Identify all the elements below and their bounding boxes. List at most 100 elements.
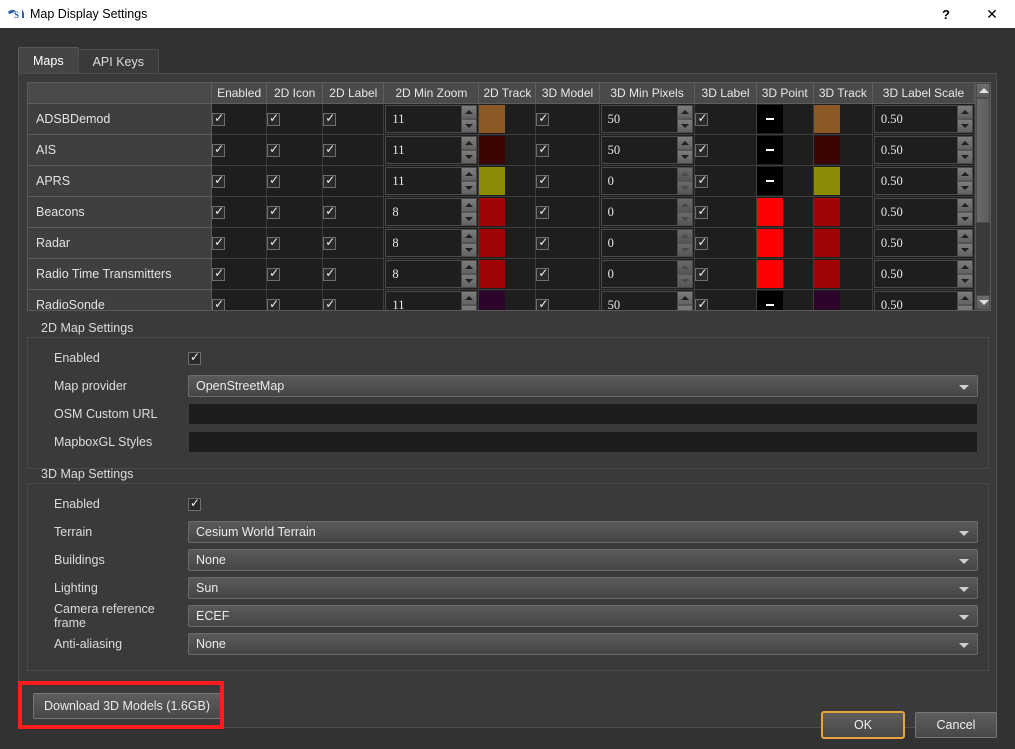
3d-min-pixels-increment[interactable] — [678, 230, 693, 243]
3d-point-color-cell[interactable] — [756, 134, 814, 166]
map3d-anti-aliasing-combobox[interactable]: None — [188, 633, 978, 655]
row-name[interactable]: ADSBDemod — [28, 103, 213, 135]
2d-icon-checkbox[interactable] — [267, 111, 281, 127]
3d-min-pixels-spin-buttons[interactable] — [677, 168, 693, 194]
enabled-cell[interactable] — [211, 165, 268, 197]
3d-min-pixels-decrement[interactable] — [678, 150, 693, 163]
3d-model-cell[interactable] — [535, 258, 600, 290]
table-row[interactable]: AIS 11 50 0.50 — [28, 134, 975, 166]
3d-point-color-swatch[interactable] — [756, 260, 783, 288]
map3d-buildings-combobox[interactable]: None — [188, 549, 978, 571]
2d-icon-cell[interactable] — [266, 103, 324, 135]
2d-min-zoom-spinbox[interactable]: 11 — [385, 105, 478, 133]
2d-min-zoom-spin-buttons[interactable] — [461, 230, 477, 256]
row-name[interactable]: RadioSonde — [28, 289, 213, 310]
3d-label-scale-spin-buttons[interactable] — [957, 292, 972, 310]
3d-track-color-swatch[interactable] — [813, 105, 840, 133]
enabled-cell[interactable] — [211, 103, 268, 135]
2d-icon-cell[interactable] — [266, 258, 324, 290]
tab-api-keys[interactable]: API Keys — [77, 49, 159, 74]
3d-label-cell[interactable] — [694, 289, 757, 310]
enabled-checkbox[interactable] — [212, 173, 226, 189]
2d-min-zoom-cell[interactable]: 11 — [383, 165, 480, 197]
3d-point-color-cell[interactable] — [756, 289, 814, 310]
2d-track-color-cell[interactable] — [478, 103, 537, 135]
3d-min-pixels-spinbox[interactable]: 0 — [600, 260, 694, 288]
3d-track-color-swatch[interactable] — [813, 291, 840, 310]
col-3d-min-pixels[interactable]: 3D Min Pixels — [599, 83, 696, 104]
3d-label-scale-decrement[interactable] — [958, 305, 972, 310]
2d-label-checkbox[interactable] — [323, 235, 337, 251]
3d-label-scale-increment[interactable] — [958, 230, 972, 243]
map2d-mapboxgl-styles-input[interactable] — [188, 431, 978, 453]
2d-min-zoom-spin-buttons[interactable] — [461, 199, 477, 225]
3d-label-checkbox[interactable] — [695, 266, 709, 282]
2d-icon-checkbox[interactable] — [267, 173, 281, 189]
3d-track-color-swatch[interactable] — [813, 260, 840, 288]
2d-min-zoom-decrement[interactable] — [462, 274, 477, 287]
3d-label-scale-decrement[interactable] — [958, 150, 972, 163]
3d-label-scale-spinbox[interactable]: 0.50 — [873, 229, 973, 257]
row-name[interactable]: Radio Time Transmitters — [28, 258, 213, 290]
3d-point-color-cell[interactable] — [756, 227, 814, 259]
2d-track-color-swatch[interactable] — [479, 167, 506, 195]
2d-label-checkbox[interactable] — [323, 142, 337, 158]
2d-track-color-cell[interactable] — [478, 258, 537, 290]
2d-min-zoom-increment[interactable] — [462, 261, 477, 274]
3d-label-scale-decrement[interactable] — [958, 274, 972, 287]
col-3d-label[interactable]: 3D Label — [694, 83, 757, 104]
3d-label-scale-spinbox[interactable]: 0.50 — [873, 136, 973, 164]
3d-track-color-cell[interactable] — [813, 227, 873, 259]
3d-label-scale-cell[interactable]: 0.50 — [872, 196, 975, 228]
3d-point-color-swatch[interactable] — [756, 136, 783, 164]
2d-min-zoom-decrement[interactable] — [462, 243, 477, 256]
col-2d-icon[interactable]: 2D Icon — [266, 83, 324, 104]
2d-min-zoom-increment[interactable] — [462, 199, 477, 212]
3d-label-cell[interactable] — [694, 258, 757, 290]
2d-track-color-swatch[interactable] — [479, 229, 506, 257]
3d-label-checkbox[interactable] — [695, 111, 709, 127]
3d-min-pixels-decrement[interactable] — [678, 243, 693, 256]
col-2d-min-zoom[interactable]: 2D Min Zoom — [383, 83, 480, 104]
enabled-cell[interactable] — [211, 227, 268, 259]
maps-table-scrollbar[interactable] — [975, 83, 990, 310]
3d-min-pixels-increment[interactable] — [678, 106, 693, 119]
2d-min-zoom-decrement[interactable] — [462, 150, 477, 163]
3d-point-color-cell[interactable] — [756, 103, 814, 135]
row-name[interactable]: AIS — [28, 134, 213, 166]
2d-track-color-swatch[interactable] — [479, 136, 506, 164]
3d-model-cell[interactable] — [535, 165, 600, 197]
scroll-up-button[interactable] — [976, 83, 990, 98]
2d-min-zoom-decrement[interactable] — [462, 119, 477, 132]
3d-min-pixels-spinbox[interactable]: 0 — [600, 167, 694, 195]
3d-model-cell[interactable] — [535, 289, 600, 310]
2d-icon-cell[interactable] — [266, 289, 324, 310]
2d-min-zoom-decrement[interactable] — [462, 181, 477, 194]
2d-track-color-cell[interactable] — [478, 165, 537, 197]
col-3d-track[interactable]: 3D Track — [813, 83, 873, 104]
enabled-cell[interactable] — [211, 258, 268, 290]
3d-min-pixels-cell[interactable]: 0 — [599, 258, 696, 290]
3d-track-color-cell[interactable] — [813, 258, 873, 290]
3d-label-scale-cell[interactable]: 0.50 — [872, 165, 975, 197]
2d-min-zoom-spinbox[interactable]: 11 — [385, 167, 478, 195]
2d-min-zoom-spinbox[interactable]: 8 — [385, 198, 478, 226]
3d-track-color-cell[interactable] — [813, 165, 873, 197]
3d-label-scale-decrement[interactable] — [958, 243, 972, 256]
3d-point-color-cell[interactable] — [756, 258, 814, 290]
3d-model-checkbox[interactable] — [536, 173, 550, 189]
3d-label-cell[interactable] — [694, 134, 757, 166]
2d-label-checkbox[interactable] — [323, 266, 337, 282]
2d-icon-checkbox[interactable] — [267, 266, 281, 282]
3d-label-scale-cell[interactable]: 0.50 — [872, 134, 975, 166]
2d-label-cell[interactable] — [322, 227, 385, 259]
col-2d-label[interactable]: 2D Label — [322, 83, 385, 104]
2d-label-cell[interactable] — [322, 165, 385, 197]
cancel-button[interactable]: Cancel — [915, 712, 997, 738]
enabled-checkbox[interactable] — [212, 111, 226, 127]
3d-label-scale-increment[interactable] — [958, 106, 972, 119]
2d-icon-cell[interactable] — [266, 165, 324, 197]
2d-min-zoom-spinbox[interactable]: 8 — [385, 229, 478, 257]
3d-min-pixels-spinbox[interactable]: 50 — [600, 291, 694, 310]
3d-min-pixels-decrement[interactable] — [678, 212, 693, 225]
